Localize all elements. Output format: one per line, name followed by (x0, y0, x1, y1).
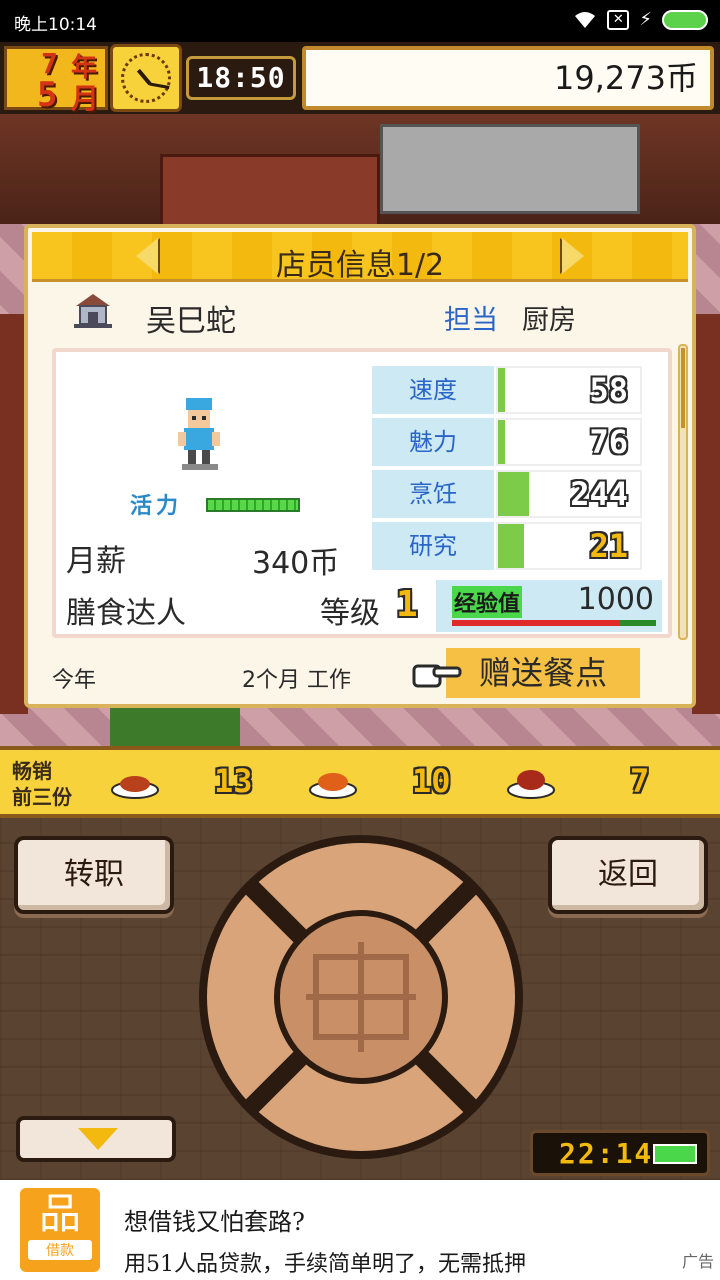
scroll-down-button[interactable] (16, 1116, 176, 1162)
next-staff-arrow-icon[interactable] (562, 238, 584, 274)
dpad[interactable] (196, 832, 526, 1162)
stat-value: 244 (570, 475, 628, 513)
cabinet (160, 154, 380, 234)
salary-label: 月薪 (66, 544, 126, 579)
gift-meal-button[interactable]: 赠送餐点 (446, 648, 640, 698)
device-time: 22:14 (559, 1137, 654, 1170)
rank-icon (74, 294, 112, 328)
staff-sprite-icon (178, 398, 220, 470)
wifi-icon (575, 11, 596, 28)
battery-icon (662, 9, 708, 30)
vitality-fill (208, 500, 298, 510)
panel-title: 店员信息1/2 (275, 248, 445, 283)
vitality-label: 活力 (130, 494, 183, 519)
best-sellers-label-line2: 前三份 (12, 785, 72, 809)
month-number: 5 (37, 75, 58, 115)
stat-label: 研究 (372, 522, 494, 570)
dish-count: 7 (630, 762, 650, 800)
stat-track: 58 (496, 366, 642, 414)
top-bar: 7 年 5 月 18:50 19,273币 (0, 42, 720, 115)
ad-tag: 广告 (681, 1252, 714, 1271)
skill-name: 膳食达人 (66, 596, 186, 631)
experience-value: 1000 (577, 582, 654, 617)
stat-value: 21 (589, 527, 628, 565)
back-button[interactable]: 返回 (548, 836, 708, 914)
experience-fill (452, 620, 620, 626)
dish-count: 13 (214, 762, 253, 800)
ad-subline[interactable]: 用51人品贷款，手续简单明了，无需抵押 (124, 1246, 526, 1278)
pointing-hand-icon (412, 664, 462, 688)
best-sellers-label: 畅销 前三份 (12, 758, 92, 810)
down-arrow-icon (78, 1128, 118, 1150)
stat-row-research: 研究 21 (372, 522, 648, 570)
dish-icon (309, 773, 357, 799)
stat-row-cooking: 烹饪 244 (372, 470, 648, 518)
transfer-job-button[interactable]: 转职 (14, 836, 174, 914)
right-wall (692, 314, 720, 714)
skill-row: 膳食达人 等级 1 经验值 1000 (60, 580, 666, 632)
level-label: 等级 (320, 596, 380, 631)
experience-box: 经验值 1000 (436, 580, 662, 632)
stat-label: 速度 (372, 366, 494, 414)
staff-name: 吴巳蛇 (146, 304, 236, 339)
stat-value: 76 (589, 423, 628, 461)
kitchen-counter (380, 124, 640, 214)
experience-label: 经验值 (452, 586, 523, 618)
stat-row-charm: 魅力 76 (372, 418, 648, 466)
stat-row-speed: 速度 58 (372, 366, 648, 414)
ad-logo[interactable]: 品 借款 (20, 1188, 100, 1272)
ad-logo-sub: 借款 (28, 1240, 92, 1260)
staff-details: 活力 月薪 340币 速度 58 魅力 76 烹饪 244 研究 21 膳食达人… (52, 348, 672, 638)
calendar: 7 年 5 月 (4, 46, 108, 115)
status-bar: 晚上10:14 ✕ ⚡ (0, 0, 720, 42)
role-value: 厨房 (522, 305, 576, 336)
status-time: 晚上10:14 (14, 15, 97, 35)
level-value: 1 (396, 584, 418, 625)
stat-fill (498, 420, 506, 464)
stat-label: 烹饪 (372, 470, 494, 518)
footer-year: 今年 (52, 668, 97, 693)
salary-value: 340币 (252, 546, 340, 581)
role-label: 担当 (444, 305, 498, 336)
best-sellers-bar: 畅销 前三份 13 10 7 (0, 746, 720, 818)
battery-icon (653, 1144, 697, 1164)
stat-label: 魅力 (372, 418, 494, 466)
panel-scrollbar[interactable] (678, 344, 688, 640)
clock-icon (110, 44, 182, 112)
scroll-thumb[interactable] (681, 348, 685, 428)
device-clock: 22:14 (530, 1130, 710, 1176)
stat-fill (498, 524, 524, 568)
money-display: 19,273币 (302, 46, 714, 110)
best-sellers-label-line1: 畅销 (12, 759, 52, 783)
dish-icon (111, 776, 159, 799)
control-panel: 转职 返回 22:14 (0, 818, 720, 1180)
game-time: 18:50 (186, 56, 296, 100)
ad-logo-char: 品 (38, 1189, 81, 1238)
vitality-bar (206, 498, 300, 512)
stat-track: 21 (496, 522, 642, 570)
work-duration: 2个月 工作 (242, 668, 351, 693)
stat-fill (498, 472, 530, 516)
plant-decoration (110, 704, 240, 746)
dish-icon (507, 770, 555, 799)
stat-fill (498, 368, 506, 412)
stat-track: 76 (496, 418, 642, 466)
panel-header: 店员信息1/2 (32, 232, 688, 283)
staff-info-panel: 店员信息1/2 吴巳蛇 担当 厨房 活力 月薪 340币 速度 58 魅力 76… (24, 224, 696, 708)
ad-banner[interactable]: 品 借款 想借钱又怕套路? 用51人品贷款，手续简单明了，无需抵押 广告 (0, 1180, 720, 1280)
notification-icon: ✕ (607, 9, 630, 30)
charging-icon: ⚡ (639, 9, 652, 30)
panel-footer: 今年 2个月 工作 赠送餐点 (28, 648, 692, 704)
dish-count: 10 (412, 762, 451, 800)
stat-value: 58 (589, 371, 628, 409)
stat-track: 244 (496, 470, 642, 518)
month-unit: 月 (71, 82, 100, 115)
ad-headline[interactable]: 想借钱又怕套路? (124, 1202, 305, 1237)
experience-bar (452, 620, 656, 626)
status-icons: ✕ ⚡ (573, 9, 708, 30)
